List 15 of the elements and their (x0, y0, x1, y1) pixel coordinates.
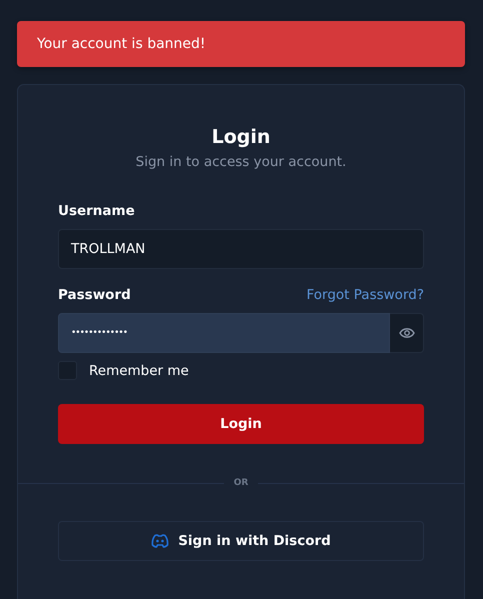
forgot-password-link[interactable]: Forgot Password? (306, 287, 424, 303)
gamepad-icon (151, 534, 170, 548)
divider-label: OR (234, 478, 248, 488)
password-field[interactable]: ••••••••••••• (58, 313, 390, 353)
discord-button[interactable]: Sign in with Discord (58, 521, 424, 561)
show-password-button[interactable] (390, 313, 424, 353)
login-title: Login (210, 126, 272, 148)
username-label: Username (58, 203, 136, 219)
error-alert: Your account is banned! (17, 21, 465, 67)
login-button[interactable]: Login (58, 404, 424, 444)
username-field[interactable]: TROLLMAN (58, 229, 424, 269)
eye-icon (398, 327, 414, 339)
login-subtitle: Sign in to access your account. (134, 154, 348, 170)
remember-label: Remember me (89, 362, 189, 378)
password-label: Password (58, 287, 131, 303)
